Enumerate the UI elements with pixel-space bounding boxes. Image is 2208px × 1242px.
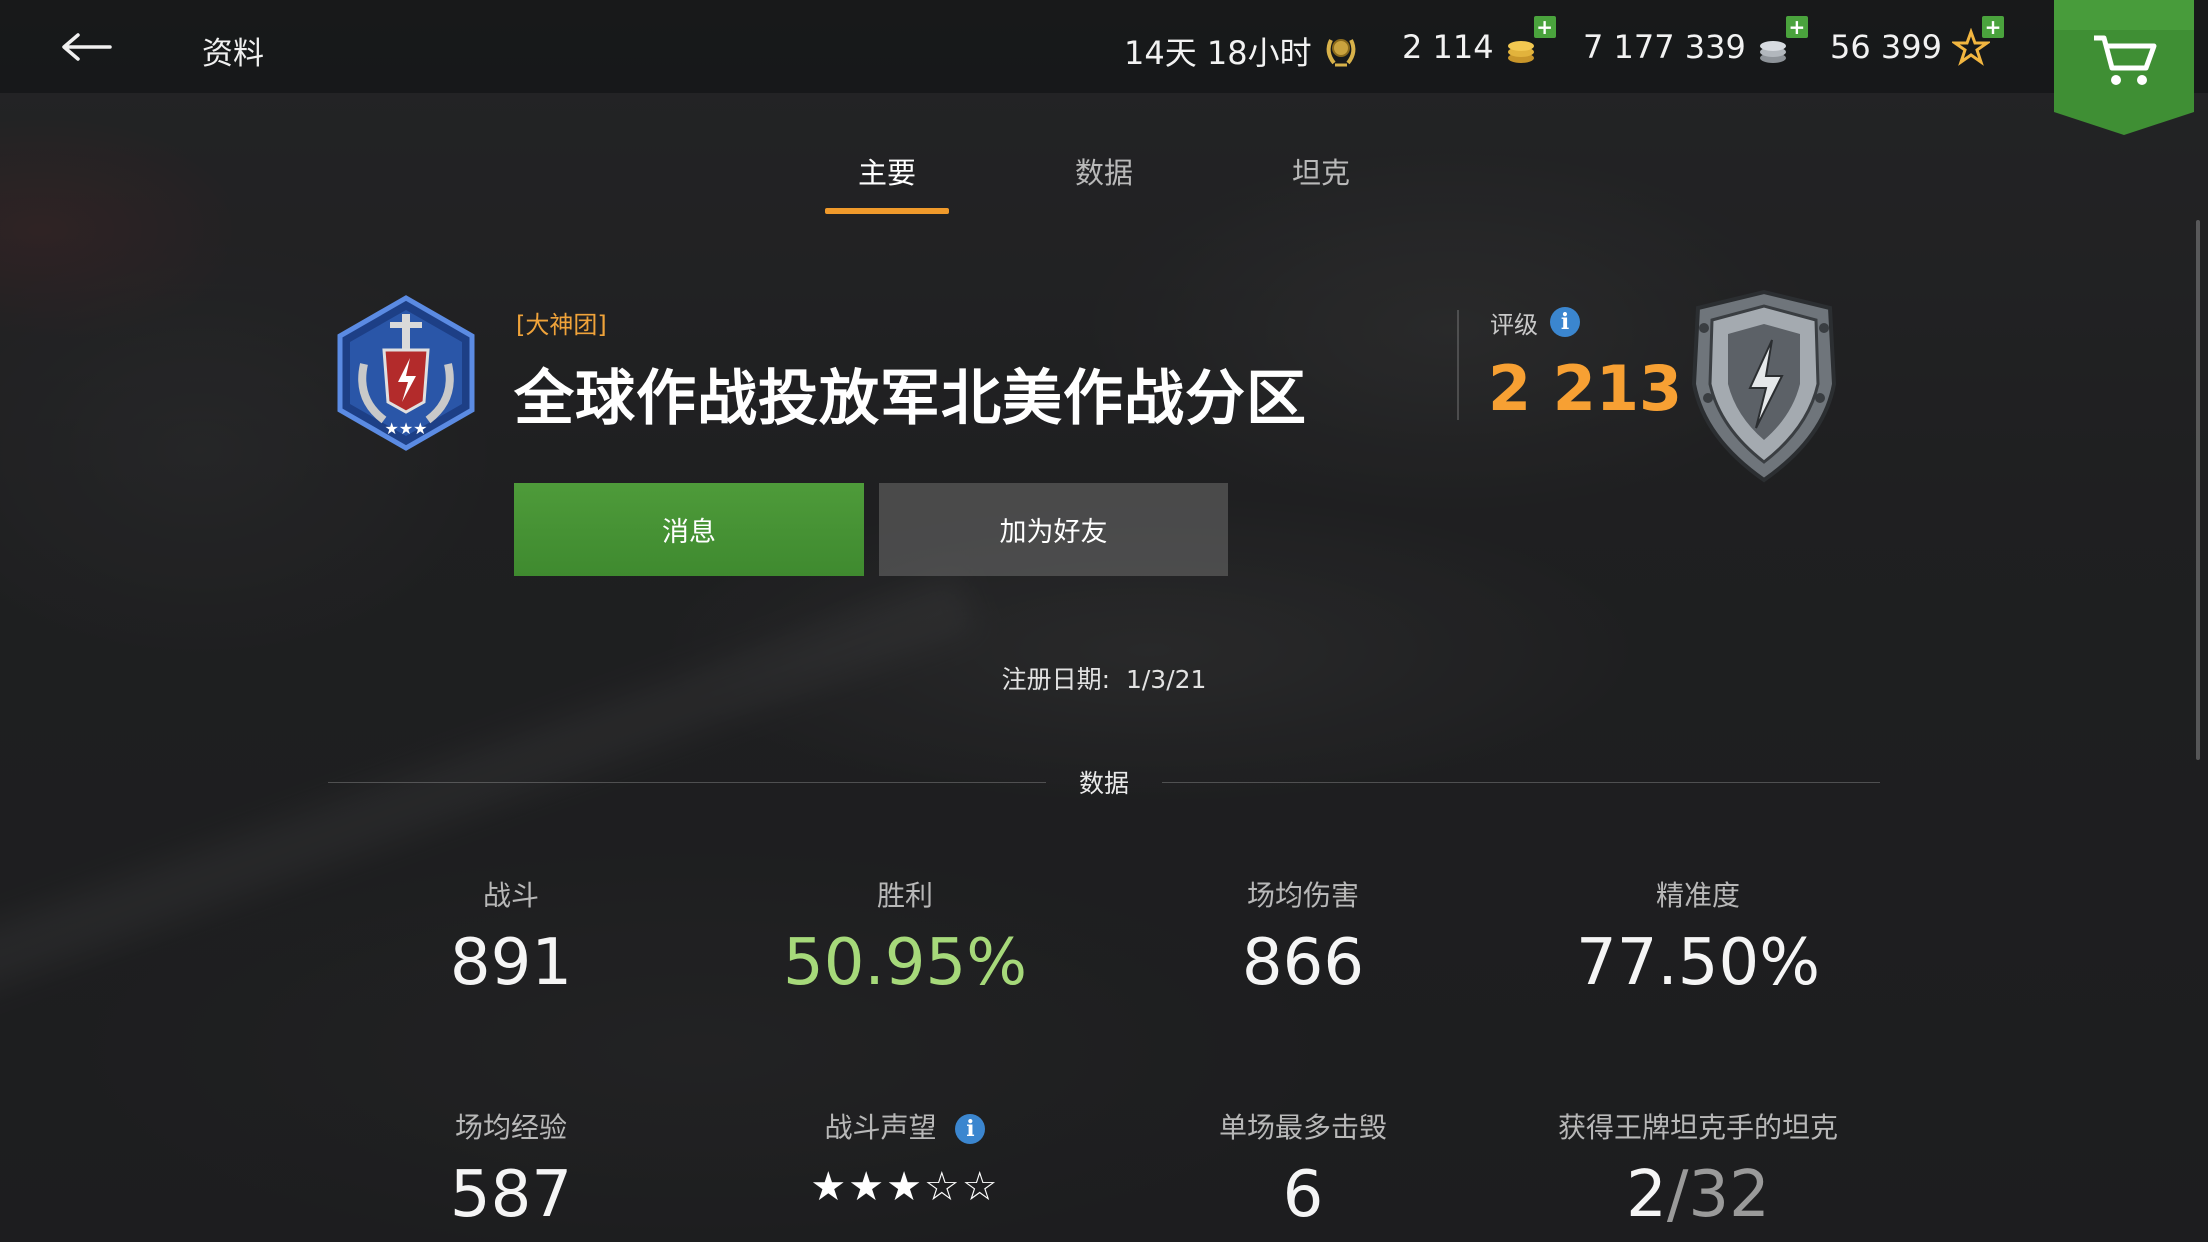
- stat-accuracy: 精准度 77.50%: [1478, 874, 1918, 1000]
- stat-value: 2/32: [1478, 1158, 1918, 1232]
- player-name: 全球作战投放军北美作战分区: [514, 364, 1307, 434]
- scrollbar[interactable]: [2196, 220, 2200, 760]
- stat-battles: 战斗 891: [291, 874, 731, 1000]
- gold-coins-icon: +: [1504, 16, 1556, 66]
- stat-label: 战斗: [482, 879, 539, 912]
- active-tab-indicator: [825, 208, 949, 214]
- message-button[interactable]: 消息: [514, 483, 864, 576]
- stat-value: 77.50%: [1575, 926, 1821, 1000]
- gold-value: 2 114: [1402, 28, 1494, 66]
- info-icon[interactable]: i: [955, 1114, 986, 1144]
- reputation-label: 战斗声望: [824, 1111, 937, 1144]
- add-free-xp-icon[interactable]: +: [1981, 16, 2004, 38]
- stat-value: 587: [449, 1158, 573, 1232]
- add-friend-button[interactable]: 加为好友: [879, 483, 1228, 576]
- back-button[interactable]: [56, 22, 116, 72]
- credits-value: 7 177 339: [1583, 28, 1746, 66]
- arrow-left-icon: [62, 33, 112, 61]
- premium-wreath-icon: [1322, 32, 1360, 70]
- stat-label: 战斗声望 i: [685, 1106, 1125, 1146]
- add-gold-icon[interactable]: +: [1533, 16, 1556, 38]
- free-xp-balance[interactable]: 56 399 +: [1830, 16, 2004, 66]
- stats-section-title: 数据: [1078, 769, 1129, 798]
- stat-win-rate: 胜利 50.95%: [685, 874, 1125, 1000]
- tab-tanks[interactable]: 坦克: [1251, 150, 1391, 192]
- ace-count: 2: [1626, 1158, 1667, 1232]
- gold-balance[interactable]: 2 114 +: [1402, 16, 1556, 66]
- stat-battle-reputation: 战斗声望 i ★★★☆☆: [685, 1106, 1125, 1210]
- clan-emblem-icon[interactable]: ★★★: [334, 294, 478, 452]
- stat-label: 精准度: [1655, 879, 1740, 912]
- premium-time[interactable]: 14天 18小时: [1124, 28, 1360, 74]
- registration-value: 1/3/21: [1125, 665, 1207, 694]
- rating-label: 评级: [1490, 311, 1538, 339]
- registration-label: 注册日期:: [1001, 665, 1110, 694]
- credits-balance[interactable]: 7 177 339 +: [1583, 16, 1808, 66]
- stat-value: 866: [1241, 926, 1365, 1000]
- free-xp-value: 56 399: [1830, 28, 1942, 66]
- stat-label: 场均经验: [454, 1111, 567, 1144]
- reputation-stars: ★★★☆☆: [810, 1164, 1000, 1210]
- header-divider: [1457, 310, 1459, 420]
- svg-text:★★★: ★★★: [384, 419, 427, 438]
- clan-tag[interactable]: [大神团]: [516, 305, 607, 340]
- tab-statistics[interactable]: 数据: [1034, 150, 1174, 192]
- profile-tabs: 主要 数据 坦克: [0, 150, 2208, 220]
- stat-value: 6: [1282, 1158, 1324, 1232]
- stat-avg-xp: 场均经验 587: [291, 1106, 731, 1232]
- stat-value: 891: [449, 926, 573, 1000]
- top-bar: 资料 14天 18小时 2 114 + 7 177 339 + 56 399 +: [0, 0, 2208, 135]
- stat-label: 单场最多击毁: [1218, 1111, 1387, 1144]
- add-credits-icon[interactable]: +: [1785, 16, 1808, 38]
- shop-button[interactable]: [2054, 0, 2194, 135]
- page-title: 资料: [202, 36, 264, 72]
- ace-total: 32: [1688, 1158, 1770, 1232]
- silver-coins-icon: +: [1756, 16, 1808, 66]
- stat-label: 场均伤害: [1246, 879, 1359, 912]
- info-icon[interactable]: i: [1550, 307, 1580, 337]
- stat-value: 50.95%: [782, 926, 1028, 1000]
- cart-icon: [2054, 0, 2194, 135]
- rating-shield-icon: [1691, 289, 1837, 483]
- stat-ace-tanker: 获得王牌坦克手的坦克 2/32: [1478, 1106, 1918, 1232]
- stat-avg-damage: 场均伤害 866: [1083, 874, 1523, 1000]
- ace-separator: /: [1666, 1158, 1689, 1232]
- premium-time-value: 14天 18小时: [1124, 34, 1312, 72]
- tab-main[interactable]: 主要: [817, 150, 957, 192]
- star-icon: +: [1950, 16, 2004, 66]
- stat-label: 获得王牌坦克手的坦克: [1557, 1111, 1838, 1144]
- stat-max-kills: 单场最多击毁 6: [1083, 1106, 1523, 1232]
- rating-value: 2 213: [1488, 352, 1683, 425]
- stat-label: 胜利: [876, 879, 933, 912]
- registration-date: 注册日期: 1/3/21: [0, 660, 2208, 696]
